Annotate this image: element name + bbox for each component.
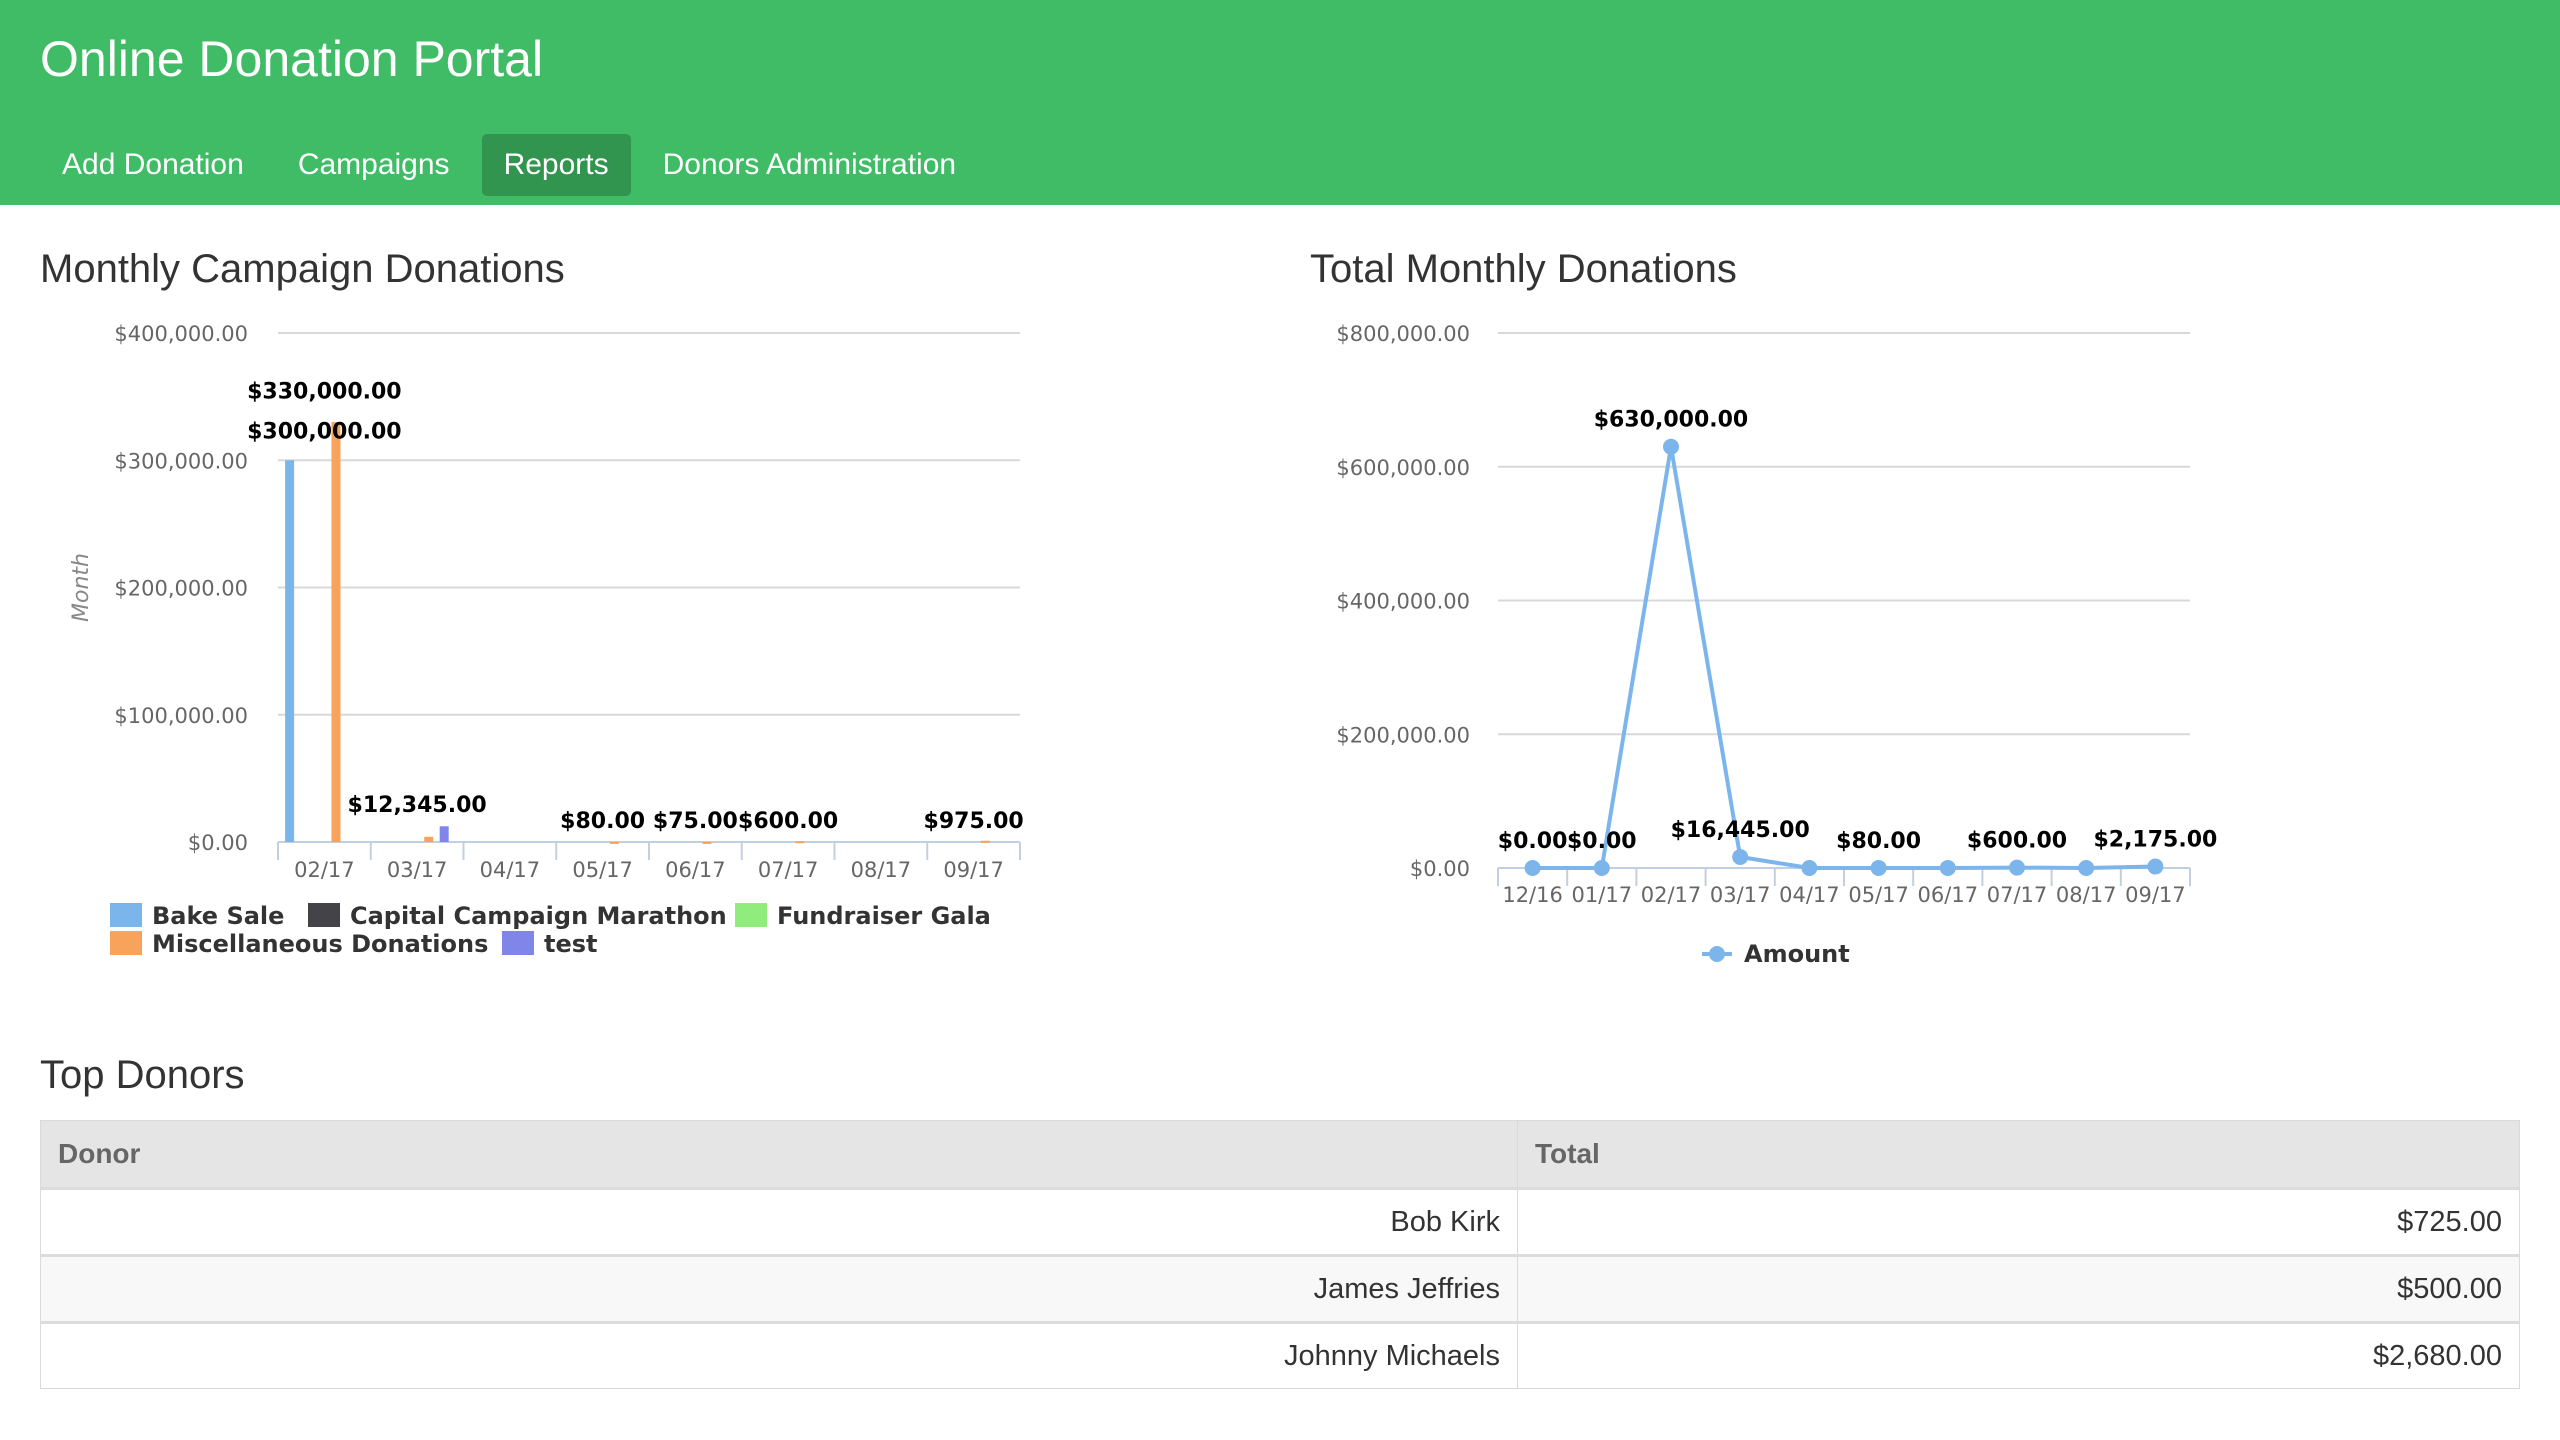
app-title: Online Donation Portal — [40, 31, 544, 87]
donor-name: James Jeffries — [40, 1255, 1518, 1323]
data-label: $12,345.00 — [348, 793, 487, 818]
donor-total: $725.00 — [1517, 1188, 2520, 1256]
x-tick-label: 01/17 — [1572, 883, 1633, 907]
legend-label: Capital Campaign Marathon — [350, 902, 727, 930]
data-point — [1524, 860, 1541, 876]
data-point — [2147, 858, 2164, 875]
y-tick-label: $400,000.00 — [114, 322, 248, 346]
data-label: $300,000.00 — [247, 419, 401, 444]
x-tick-label: 04/17 — [1779, 883, 1840, 907]
y-tick-label: $0.00 — [1410, 857, 1470, 881]
x-tick-label: 03/17 — [1710, 883, 1771, 907]
nav-donors-administration[interactable]: Donors Administration — [641, 134, 978, 196]
data-label: $75.00 — [653, 809, 738, 834]
x-tick-label: 06/17 — [665, 858, 726, 882]
nav-add-donation[interactable]: Add Donation — [40, 134, 266, 196]
total-monthly-line-chart: $0.00 $200,000.00 $400,000.00 $600,000.00 $8… — [1336, 322, 2217, 968]
data-label: $600.00 — [738, 809, 838, 834]
y-tick-label: $0.00 — [188, 831, 248, 855]
column-header-total[interactable]: Total — [1517, 1120, 2520, 1189]
y-tick-label: $200,000.00 — [114, 577, 248, 601]
x-tick-label: 04/17 — [480, 858, 541, 882]
legend-marker — [1709, 946, 1725, 962]
bar — [424, 836, 434, 842]
bar — [439, 826, 449, 842]
bar — [331, 422, 341, 842]
x-tick-label: 08/17 — [2056, 883, 2117, 907]
data-point — [1939, 859, 1956, 876]
table-row: Johnny Michaels $2,680.00 — [40, 1322, 2520, 1389]
x-tick-label: 02/17 — [1641, 883, 1702, 907]
legend-label: Miscellaneous Donations — [152, 930, 488, 958]
legend-swatch — [735, 903, 767, 927]
legend-label: test — [544, 930, 598, 958]
donor-total: $2,680.00 — [1517, 1322, 2520, 1389]
main-nav: Add Donation Campaigns Reports Donors Ad… — [40, 134, 988, 196]
data-point — [1732, 849, 1749, 866]
data-point — [1663, 438, 1679, 455]
total-monthly-donations-title: Total Monthly Donations — [1310, 247, 1737, 291]
data-label: $80.00 — [560, 809, 645, 834]
y-tick-label: $100,000.00 — [114, 704, 248, 728]
y-tick-label: $800,000.00 — [1336, 322, 1470, 346]
bar — [980, 840, 990, 843]
data-point — [2078, 860, 2095, 876]
y-tick-label: $600,000.00 — [1336, 456, 1470, 480]
x-tick-label: 05/17 — [572, 858, 633, 882]
x-tick-label: 06/17 — [1918, 883, 1979, 907]
data-label: $330,000.00 — [247, 379, 401, 404]
y-tick-label: $300,000.00 — [114, 449, 248, 473]
bar — [702, 841, 712, 844]
legend-swatch — [110, 931, 142, 955]
x-tick-label: 12/16 — [1502, 883, 1563, 907]
legend-label: Fundraiser Gala — [777, 902, 991, 930]
nav-reports[interactable]: Reports — [481, 134, 631, 196]
series-line — [1532, 446, 2156, 871]
column-header-donor[interactable]: Donor — [40, 1120, 1518, 1189]
legend-label: Bake Sale — [152, 902, 284, 930]
data-point — [1870, 859, 1887, 876]
nav-campaigns[interactable]: Campaigns — [276, 134, 472, 196]
y-axis-title: Month — [69, 553, 94, 622]
top-donors-table: Donor Total Bob Kirk $725.00 James Jeffr… — [40, 1120, 2520, 1389]
data-label: $600.00 — [1967, 829, 2067, 854]
table-row: James Jeffries $500.00 — [40, 1255, 2520, 1323]
data-label: $0.00 — [1567, 829, 1637, 854]
data-point — [1801, 860, 1818, 876]
donor-name: Johnny Michaels — [40, 1322, 1518, 1389]
data-label: $2,175.00 — [2093, 828, 2217, 853]
monthly-campaign-bar-chart: $0.00 $100,000.00 $200,000.00 $300,000.00 $4… — [69, 322, 1024, 958]
x-tick-label: 08/17 — [851, 858, 912, 882]
data-label: $16,445.00 — [1671, 818, 1810, 843]
x-tick-label: 07/17 — [1987, 883, 2048, 907]
x-tick-label: 07/17 — [758, 858, 819, 882]
y-tick-label: $400,000.00 — [1336, 590, 1470, 614]
bar — [285, 460, 295, 842]
data-label: $630,000.00 — [1594, 408, 1748, 433]
app-header: Online Donation Portal Add Donation Camp… — [0, 0, 2560, 205]
table-header-row: Donor Total — [40, 1120, 2520, 1189]
x-tick-label: 09/17 — [943, 858, 1004, 882]
top-donors-title: Top Donors — [40, 1053, 245, 1097]
monthly-campaign-donations-title: Monthly Campaign Donations — [40, 247, 565, 291]
data-point — [2009, 859, 2025, 876]
legend-label: Amount — [1744, 940, 1850, 968]
data-point — [1593, 860, 1610, 876]
table-row: Bob Kirk $725.00 — [40, 1188, 2520, 1256]
legend-swatch — [308, 903, 340, 927]
x-tick-label: 03/17 — [387, 858, 448, 882]
data-label: $80.00 — [1836, 829, 1921, 854]
data-label: $975.00 — [924, 809, 1024, 834]
bar — [609, 841, 619, 844]
x-tick-label: 09/17 — [2125, 883, 2186, 907]
legend-swatch — [502, 931, 534, 955]
legend-swatch — [110, 903, 142, 927]
x-tick-label: 05/17 — [1848, 883, 1909, 907]
data-label: $0.00 — [1498, 829, 1568, 854]
donor-total: $500.00 — [1517, 1255, 2520, 1323]
donor-name: Bob Kirk — [40, 1188, 1518, 1256]
bar — [795, 841, 805, 844]
x-tick-label: 02/17 — [294, 858, 355, 882]
y-tick-label: $200,000.00 — [1336, 723, 1470, 747]
